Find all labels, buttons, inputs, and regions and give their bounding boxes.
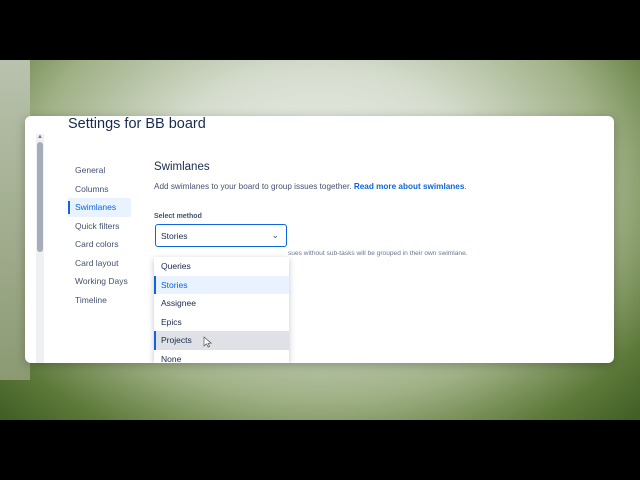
sidebar-item-card-layout[interactable]: Card layout [68, 254, 168, 273]
sidebar-item-card-colors[interactable]: Card colors [68, 235, 168, 254]
letterbox-bottom [0, 420, 640, 480]
settings-sidebar: General Columns Swimlanes Quick filters … [68, 161, 168, 309]
option-projects[interactable]: Projects [154, 331, 289, 350]
select-options-menu: Queries Stories Assignee Epics Projects … [154, 257, 289, 363]
select-current-value: Stories [161, 231, 188, 241]
mouse-pointer-icon [203, 336, 213, 348]
sidebar-item-timeline[interactable]: Timeline [68, 291, 168, 310]
description-end: . [464, 182, 467, 191]
select-method-dropdown[interactable]: Stories ⌄ [155, 224, 287, 247]
sidebar-item-working-days[interactable]: Working Days [68, 272, 168, 291]
section-title: Swimlanes [154, 161, 210, 173]
option-stories[interactable]: Stories [154, 275, 289, 294]
description-text: Add swimlanes to your board to group iss… [154, 182, 352, 191]
option-queries[interactable]: Queries [154, 257, 289, 276]
sidebar-item-general[interactable]: General [68, 161, 168, 180]
sidebar-item-quick-filters[interactable]: Quick filters [68, 217, 168, 236]
select-method-label: Select method [154, 213, 202, 220]
helper-text: sues without sub-tasks will be grouped i… [288, 250, 468, 257]
scrollbar-thumb[interactable] [37, 142, 43, 252]
option-assignee[interactable]: Assignee [154, 294, 289, 313]
sidebar-item-swimlanes[interactable]: Swimlanes [68, 198, 131, 217]
scroll-up-arrow-icon[interactable]: ▲ [37, 134, 43, 140]
chevron-down-icon[interactable]: ⌄ [271, 230, 279, 241]
option-none[interactable]: None [154, 350, 289, 364]
letterbox-top [0, 0, 640, 60]
sidebar-item-columns[interactable]: Columns [68, 180, 168, 199]
settings-window: ▲ Settings for BB board General Columns … [25, 116, 614, 363]
option-epics[interactable]: Epics [154, 313, 289, 332]
page-title: Settings for BB board [68, 116, 206, 132]
read-more-link[interactable]: Read more about swimlanes [354, 182, 465, 191]
section-description: Add swimlanes to your board to group iss… [154, 182, 467, 191]
